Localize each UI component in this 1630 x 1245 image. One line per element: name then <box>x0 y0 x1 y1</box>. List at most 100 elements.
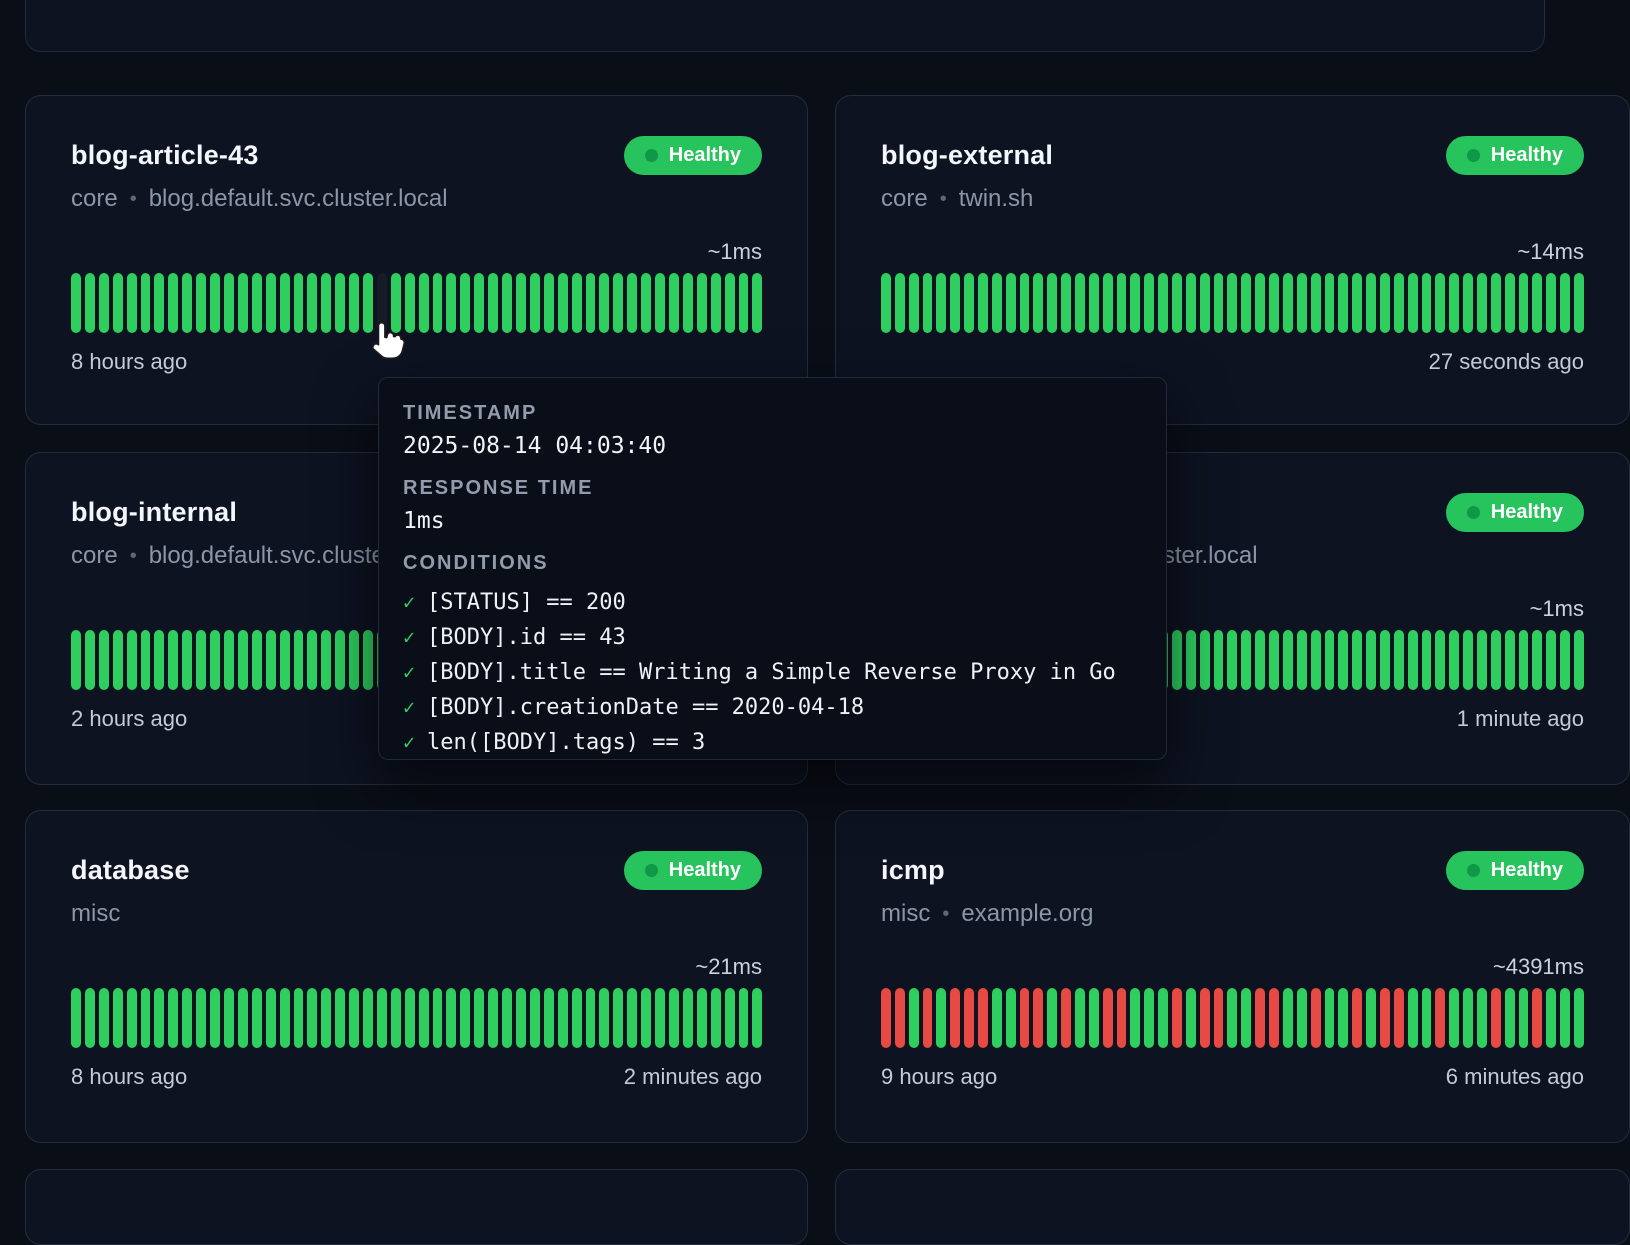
uptime-bar[interactable] <box>978 988 988 1048</box>
uptime-bar[interactable] <box>1214 988 1224 1048</box>
uptime-bar[interactable] <box>964 988 974 1048</box>
uptime-bar[interactable] <box>196 273 206 333</box>
uptime-bar[interactable] <box>419 273 429 333</box>
uptime-bar[interactable] <box>266 988 276 1048</box>
uptime-bar[interactable] <box>182 630 192 690</box>
uptime-bar[interactable] <box>1546 988 1556 1048</box>
uptime-bar[interactable] <box>141 630 151 690</box>
uptime-bar[interactable] <box>1394 988 1404 1048</box>
uptime-bar[interactable] <box>516 988 526 1048</box>
uptime-bar[interactable] <box>1477 630 1487 690</box>
uptime-bars[interactable] <box>881 988 1584 1048</box>
uptime-bar[interactable] <box>1422 988 1432 1048</box>
uptime-bar[interactable] <box>127 630 137 690</box>
uptime-bar[interactable] <box>950 988 960 1048</box>
uptime-bar[interactable] <box>1463 273 1473 333</box>
uptime-bar[interactable] <box>294 273 304 333</box>
uptime-bar[interactable] <box>1200 630 1210 690</box>
uptime-bar[interactable] <box>127 988 137 1048</box>
uptime-bar[interactable] <box>599 273 609 333</box>
uptime-bar[interactable] <box>1546 630 1556 690</box>
uptime-bar[interactable] <box>224 273 234 333</box>
uptime-bar[interactable] <box>1269 630 1279 690</box>
uptime-bar[interactable] <box>992 273 1002 333</box>
uptime-bar[interactable] <box>1283 630 1293 690</box>
uptime-bar[interactable] <box>697 273 707 333</box>
uptime-bar[interactable] <box>321 273 331 333</box>
uptime-bar[interactable] <box>1491 988 1501 1048</box>
uptime-bar[interactable] <box>1214 630 1224 690</box>
uptime-bar[interactable] <box>280 630 290 690</box>
uptime-bar[interactable] <box>1103 273 1113 333</box>
uptime-bar[interactable] <box>586 988 596 1048</box>
uptime-bar[interactable] <box>599 988 609 1048</box>
uptime-bar[interactable] <box>936 273 946 333</box>
uptime-bar[interactable] <box>1449 988 1459 1048</box>
uptime-bar[interactable] <box>1449 273 1459 333</box>
uptime-bar[interactable] <box>168 630 178 690</box>
uptime-bar[interactable] <box>544 988 554 1048</box>
uptime-bar[interactable] <box>71 630 81 690</box>
uptime-bar[interactable] <box>572 988 582 1048</box>
uptime-bar[interactable] <box>1477 273 1487 333</box>
endpoint-card-icmp[interactable]: icmp Healthy misc • example.org ~4391ms … <box>835 810 1630 1143</box>
uptime-bar[interactable] <box>641 273 651 333</box>
uptime-bar[interactable] <box>964 273 974 333</box>
uptime-bar[interactable] <box>1325 273 1335 333</box>
uptime-bar[interactable] <box>923 988 933 1048</box>
uptime-bar[interactable] <box>1560 630 1570 690</box>
uptime-bar[interactable] <box>1269 988 1279 1048</box>
uptime-bar[interactable] <box>613 988 623 1048</box>
uptime-bar[interactable] <box>99 273 109 333</box>
uptime-bar[interactable] <box>321 630 331 690</box>
uptime-bar[interactable] <box>1477 988 1487 1048</box>
uptime-bar[interactable] <box>1394 273 1404 333</box>
uptime-bar[interactable] <box>1241 988 1251 1048</box>
uptime-bar[interactable] <box>1546 273 1556 333</box>
uptime-bar[interactable] <box>909 273 919 333</box>
uptime-bar[interactable] <box>474 273 484 333</box>
uptime-bar[interactable] <box>1186 630 1196 690</box>
uptime-bar[interactable] <box>238 273 248 333</box>
uptime-bar[interactable] <box>168 273 178 333</box>
endpoint-card-blog-article-43[interactable]: blog-article-43 Healthy core • blog.defa… <box>25 95 808 425</box>
uptime-bar[interactable] <box>697 988 707 1048</box>
uptime-bar[interactable] <box>1006 273 1016 333</box>
uptime-bar[interactable] <box>154 988 164 1048</box>
uptime-bar[interactable] <box>1519 630 1529 690</box>
uptime-bar[interactable] <box>1338 630 1348 690</box>
uptime-bar[interactable] <box>881 988 891 1048</box>
uptime-bar[interactable] <box>1075 988 1085 1048</box>
uptime-bar[interactable] <box>1172 273 1182 333</box>
uptime-bar[interactable] <box>1089 273 1099 333</box>
uptime-bar[interactable] <box>182 273 192 333</box>
uptime-bar[interactable] <box>1089 988 1099 1048</box>
uptime-bar[interactable] <box>252 630 262 690</box>
uptime-bar[interactable] <box>1158 273 1168 333</box>
uptime-bar[interactable] <box>655 988 665 1048</box>
uptime-bar[interactable] <box>1560 988 1570 1048</box>
uptime-bar[interactable] <box>335 273 345 333</box>
uptime-bar[interactable] <box>460 988 470 1048</box>
uptime-bar[interactable] <box>1144 273 1154 333</box>
uptime-bar[interactable] <box>363 988 373 1048</box>
uptime-bar[interactable] <box>1006 988 1016 1048</box>
uptime-bar[interactable] <box>405 988 415 1048</box>
uptime-bar[interactable] <box>627 273 637 333</box>
uptime-bar[interactable] <box>405 273 415 333</box>
uptime-bar[interactable] <box>1103 988 1113 1048</box>
uptime-bars[interactable] <box>881 273 1584 333</box>
uptime-bar[interactable] <box>433 273 443 333</box>
uptime-bar[interactable] <box>280 988 290 1048</box>
uptime-bar[interactable] <box>210 273 220 333</box>
uptime-bar[interactable] <box>71 273 81 333</box>
uptime-bar[interactable] <box>1505 630 1515 690</box>
uptime-bar[interactable] <box>1463 630 1473 690</box>
uptime-bar[interactable] <box>321 988 331 1048</box>
uptime-bar[interactable] <box>1352 273 1362 333</box>
uptime-bar[interactable] <box>530 273 540 333</box>
uptime-bar[interactable] <box>1352 630 1362 690</box>
uptime-bar[interactable] <box>1338 988 1348 1048</box>
uptime-bar[interactable] <box>210 630 220 690</box>
uptime-bar[interactable] <box>502 273 512 333</box>
